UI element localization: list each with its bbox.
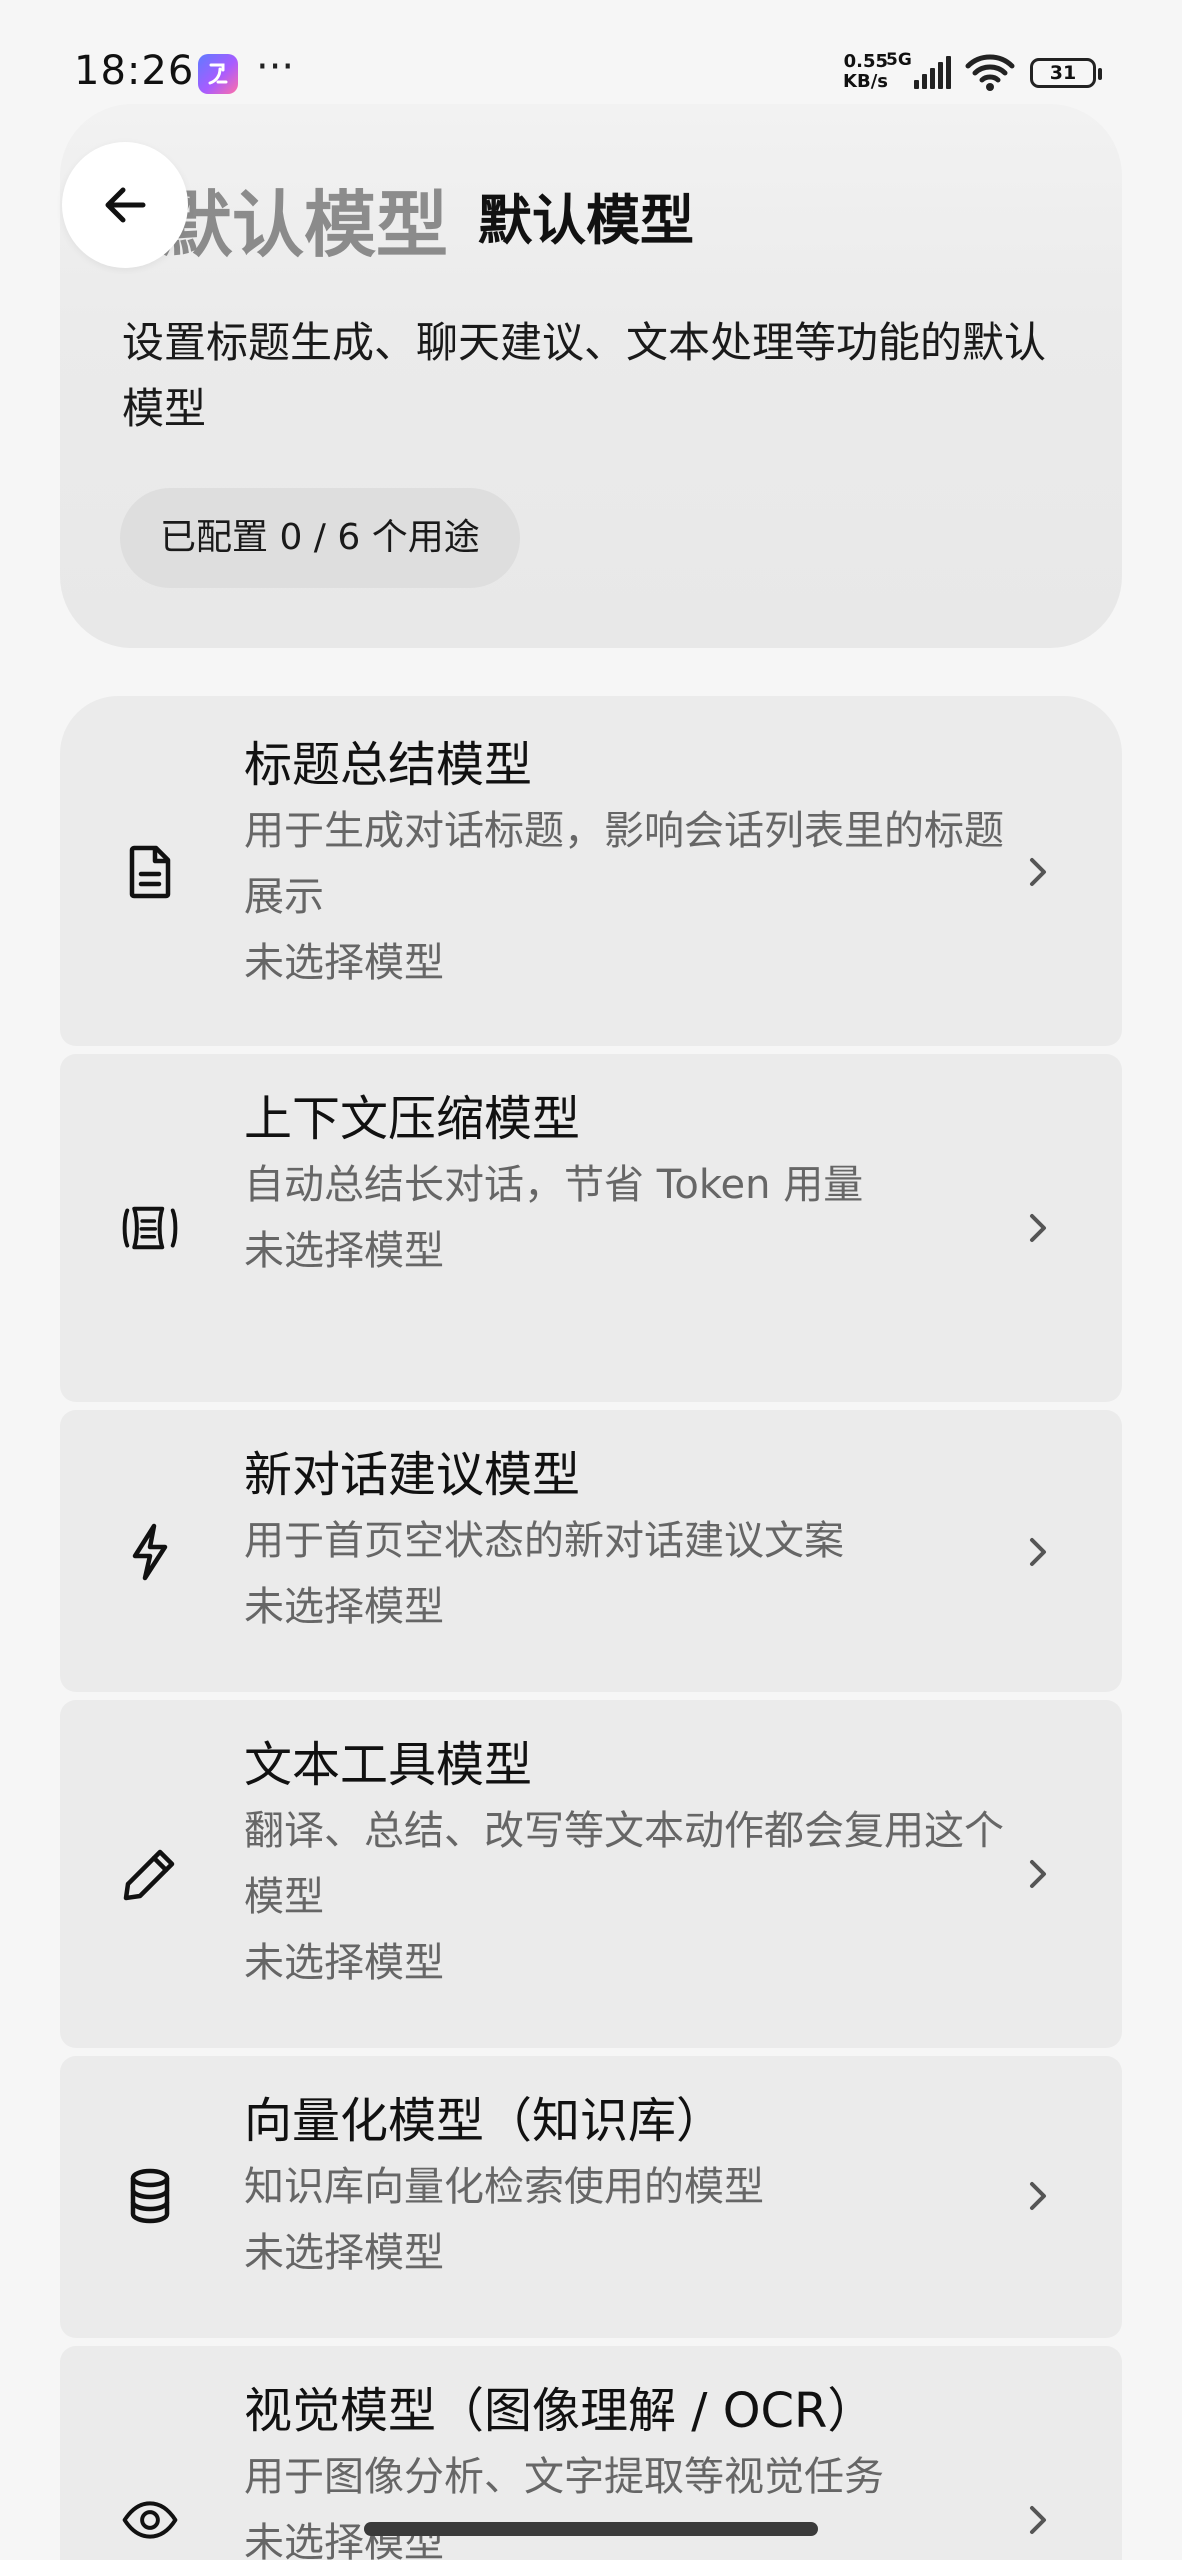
list-item-new-chat-suggestion-model[interactable]: 新对话建议模型 用于首页空状态的新对话建议文案 未选择模型 bbox=[60, 1410, 1122, 1692]
model-list: 标题总结模型 用于生成对话标题，影响会话列表里的标题展示 未选择模型 上下文压缩… bbox=[60, 696, 1122, 2560]
item-title: 上下文压缩模型 bbox=[244, 1091, 581, 1147]
list-item-title-model[interactable]: 标题总结模型 用于生成对话标题，影响会话列表里的标题展示 未选择模型 bbox=[60, 696, 1122, 1046]
configured-count-chip: 已配置 0 / 6 个用途 bbox=[120, 488, 520, 588]
item-title: 标题总结模型 bbox=[244, 737, 533, 793]
back-button[interactable] bbox=[62, 142, 188, 268]
item-status: 未选择模型 bbox=[244, 1940, 444, 1986]
more-notifications-icon: ··· bbox=[256, 44, 295, 90]
eye-icon bbox=[122, 2492, 178, 2548]
signal-icon bbox=[914, 56, 951, 89]
item-description: 翻译、总结、改写等文本动作都会复用这个模型 bbox=[244, 1808, 1004, 1920]
item-status: 未选择模型 bbox=[244, 2230, 444, 2276]
item-description: 用于生成对话标题，影响会话列表里的标题展示 bbox=[244, 808, 1004, 920]
item-title: 视觉模型（图像理解 / OCR） bbox=[244, 2383, 876, 2439]
item-title: 文本工具模型 bbox=[244, 1737, 533, 1793]
item-status: 未选择模型 bbox=[244, 1228, 444, 1274]
pencil-icon bbox=[122, 1846, 178, 1902]
item-title: 向量化模型（知识库） bbox=[244, 2093, 725, 2149]
chevron-right-icon bbox=[1030, 1538, 1046, 1566]
item-status: 未选择模型 bbox=[244, 1584, 444, 1630]
list-item-text-tool-model[interactable]: 文本工具模型 翻译、总结、改写等文本动作都会复用这个模型 未选择模型 bbox=[60, 1700, 1122, 2048]
net-speed: 0.55 KB/s bbox=[843, 51, 888, 92]
document-icon bbox=[122, 844, 178, 900]
network-type: 5G bbox=[886, 50, 912, 70]
chevron-right-icon bbox=[1030, 1860, 1046, 1888]
item-description: 用于图像分析、文字提取等视觉任务 bbox=[244, 2454, 884, 2500]
item-status: 未选择模型 bbox=[244, 940, 444, 986]
lightning-icon bbox=[122, 1523, 178, 1581]
item-description: 知识库向量化检索使用的模型 bbox=[244, 2164, 764, 2210]
page-description: 设置标题生成、聊天建议、文本处理等功能的默认模型 bbox=[122, 318, 1047, 433]
chevron-right-icon bbox=[1030, 2506, 1046, 2534]
header-card: 默认模型 默认模型 设置标题生成、聊天建议、文本处理等功能的默认模型 已配置 0… bbox=[60, 104, 1122, 648]
compress-icon bbox=[122, 1200, 178, 1256]
database-icon bbox=[122, 2168, 178, 2224]
chevron-right-icon bbox=[1030, 2182, 1046, 2210]
item-description: 用于首页空状态的新对话建议文案 bbox=[244, 1518, 844, 1564]
page-title: 默认模型 bbox=[478, 189, 694, 252]
large-title-fade: 默认模型 bbox=[160, 183, 449, 267]
app-notification-icon bbox=[198, 54, 238, 94]
chevron-right-icon bbox=[1030, 858, 1046, 886]
list-item-context-compress-model[interactable]: 上下文压缩模型 自动总结长对话，节省 Token 用量 未选择模型 bbox=[60, 1054, 1122, 1402]
home-indicator[interactable] bbox=[364, 2522, 818, 2536]
arrow-left-icon bbox=[105, 187, 146, 223]
wifi-icon bbox=[965, 54, 1015, 91]
item-description: 自动总结长对话，节省 Token 用量 bbox=[244, 1162, 864, 1208]
battery-icon: 31 bbox=[1030, 58, 1102, 88]
screen: 18:26 ··· 0.55 KB/s 5G 31 默认模型 默认模型 设置标题… bbox=[0, 0, 1182, 2560]
list-item-embedding-model[interactable]: 向量化模型（知识库） 知识库向量化检索使用的模型 未选择模型 bbox=[60, 2056, 1122, 2338]
item-title: 新对话建议模型 bbox=[244, 1447, 581, 1503]
status-time: 18:26 bbox=[74, 48, 195, 94]
chevron-right-icon bbox=[1030, 1214, 1046, 1242]
